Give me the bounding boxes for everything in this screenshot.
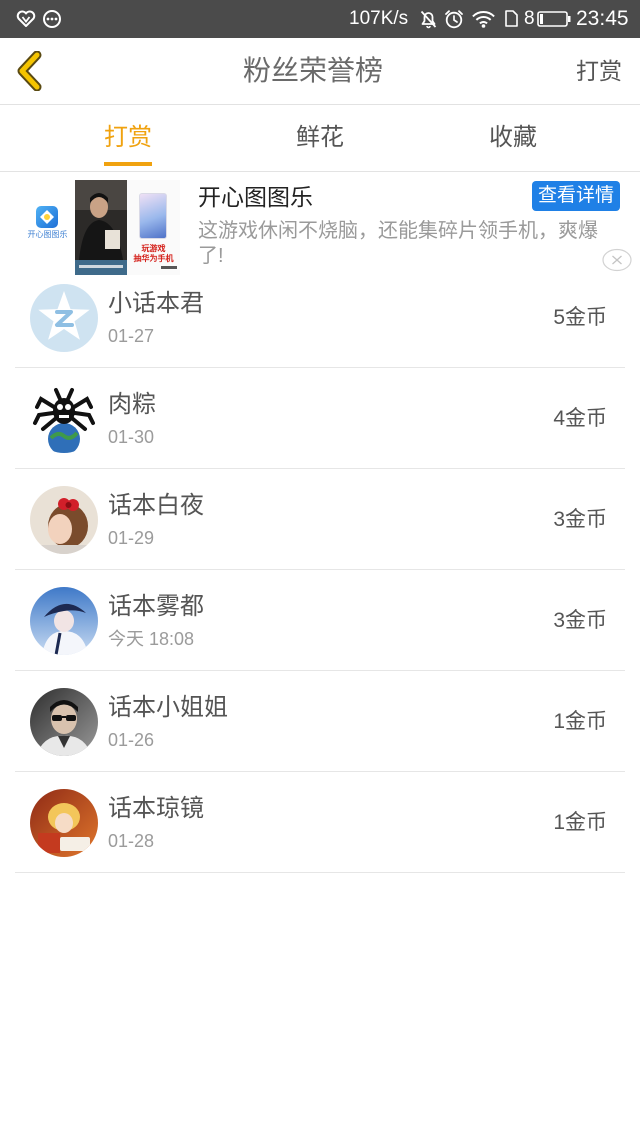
ad-promo-line: 抽华为手机 [133,254,174,263]
fan-date: 01-26 [108,730,155,750]
page-title: 粉丝荣誉榜 [243,55,384,86]
tab-label: 鲜花 [296,124,344,151]
phone-image [139,193,167,239]
tab-bar: 打赏 鲜花 收藏 [0,105,640,172]
ad-banner[interactable]: 开心图图乐 玩游戏 抽华为手机 开心图图乐 查看详情 这游戏休闲不烧脑，还能集碎… [0,172,640,275]
fan-date: 01-28 [108,831,155,851]
avatar[interactable] [30,688,98,756]
fan-amount: 4金币 [553,407,607,430]
clock: 23:45 [576,7,629,30]
fan-date: 01-29 [108,528,155,548]
ad-logo-text: 开心图图乐 [27,230,68,239]
wifi-icon [472,11,495,28]
fan-amount: 1金币 [553,710,607,733]
avatar[interactable] [30,486,98,554]
reward-button[interactable]: 打赏 [576,38,622,104]
top-app-bar: 粉丝荣誉榜 打赏 [0,38,640,105]
sim-card-icon [505,10,518,27]
list-item[interactable]: 话本雾都 今天 18:08 3金币 [15,570,625,671]
ad-promo-line: 玩游戏 [141,244,166,253]
fan-amount: 3金币 [553,508,607,531]
message-dots-icon [43,10,61,28]
list-item[interactable]: 话本琼镜 01-28 1金币 [15,772,625,873]
ad-image-promo-panel: 玩游戏 抽华为手机 [127,180,180,275]
ad-image-indicator [161,266,177,269]
avatar[interactable] [30,587,98,655]
network-speed: 107K/s [349,8,409,29]
fan-name: 小话本君 [108,290,204,317]
fan-amount: 5金币 [553,306,607,329]
fan-date: 01-27 [108,326,155,346]
fan-amount: 1金币 [553,811,607,834]
fan-name: 话本雾都 [108,593,204,620]
fan-ranking-list: 小话本君 01-27 5金币 肉粽 01-30 4金币 话本白夜 01-29 3… [15,267,625,873]
list-item[interactable]: 小话本君 01-27 5金币 [15,267,625,368]
ad-image[interactable]: 开心图图乐 玩游戏 抽华为手机 [20,180,180,275]
fan-name: 话本白夜 [108,492,204,519]
tab-flowers[interactable]: 鲜花 [224,105,416,171]
battery-icon [537,11,571,27]
alarm-icon [445,10,463,29]
ad-photo [75,180,127,275]
fan-name: 话本琼镜 [108,795,204,822]
ad-image-logo-panel: 开心图图乐 [20,180,75,275]
fan-date: 01-30 [108,427,155,447]
status-bar: 107K/s 8 23:45 [0,0,640,38]
fan-name: 话本小姐姐 [108,694,228,721]
ad-title: 开心图图乐 [198,184,313,210]
fan-date: 今天 18:08 [108,629,195,649]
list-item[interactable]: 话本白夜 01-29 3金币 [15,469,625,570]
back-chevron-icon[interactable] [14,51,44,91]
notification-heart-icon [16,10,36,27]
tab-reward[interactable]: 打赏 [32,105,224,171]
list-item[interactable]: 话本小姐姐 01-26 1金币 [15,671,625,772]
indicator-number: 8 [524,8,535,29]
ad-details-button[interactable]: 查看详情 [532,181,620,211]
close-circle-icon[interactable] [601,248,633,272]
mute-icon [420,10,437,29]
fan-amount: 3金币 [553,609,607,632]
fan-name: 肉粽 [108,391,156,418]
tab-favorites[interactable]: 收藏 [417,105,609,171]
ad-description: 这游戏休闲不烧脑，还能集碎片领手机，爽爆了! [198,220,598,267]
tab-active-indicator [104,162,152,166]
avatar[interactable] [30,789,98,857]
avatar[interactable] [30,284,98,352]
tab-label: 收藏 [489,124,537,151]
game-logo-icon [36,206,58,228]
list-item[interactable]: 肉粽 01-30 4金币 [15,368,625,469]
avatar[interactable] [30,385,98,453]
